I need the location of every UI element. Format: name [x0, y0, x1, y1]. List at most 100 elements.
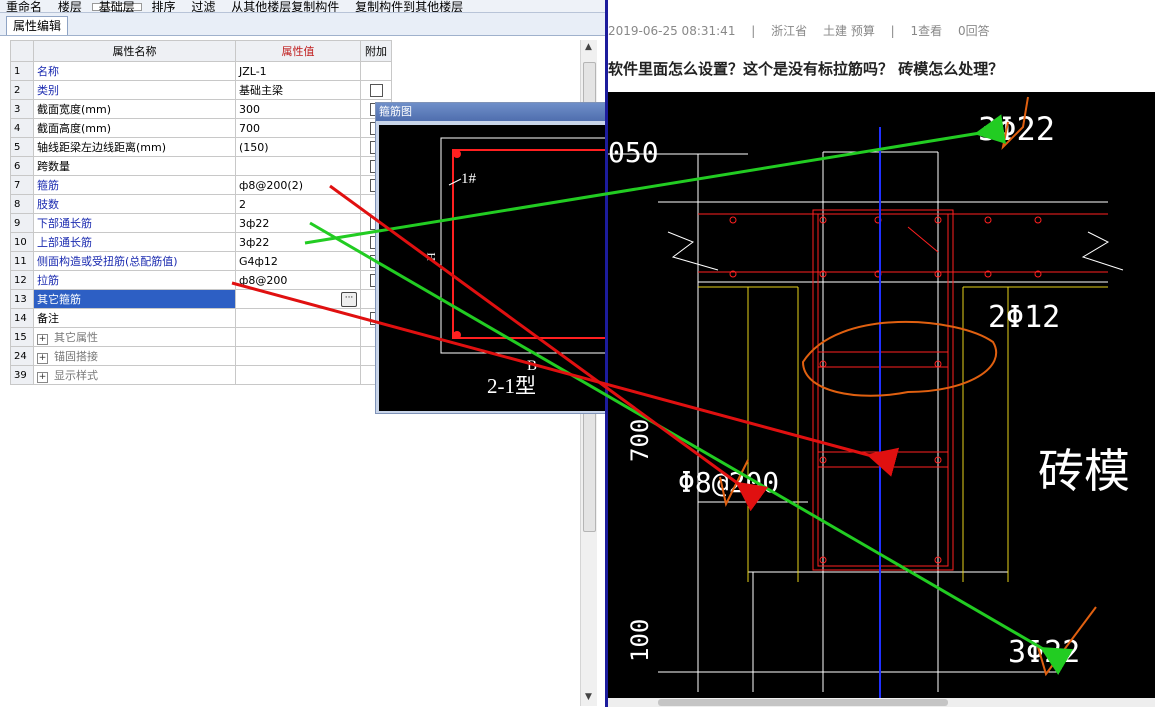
- property-name-cell[interactable]: 其它箍筋: [33, 289, 236, 309]
- property-name-cell[interactable]: 轴线距梁左边线距离(mm): [33, 137, 236, 157]
- table-row[interactable]: 10 上部通长筋 3ф22: [10, 232, 392, 252]
- scroll-up-icon[interactable]: ▲: [583, 42, 594, 54]
- property-name-cell[interactable]: + 其它属性: [33, 327, 236, 347]
- property-name-label: 截面宽度(mm): [37, 103, 112, 116]
- row-index: 5: [10, 137, 34, 157]
- property-value-cell[interactable]: 700: [235, 118, 361, 138]
- property-name-cell[interactable]: 跨数量: [33, 156, 236, 176]
- property-name-cell[interactable]: + 锚固搭接: [33, 346, 236, 366]
- property-name-cell[interactable]: + 显示样式: [33, 365, 236, 385]
- horizontal-scroll-thumb[interactable]: [658, 699, 948, 706]
- property-name-label: 类别: [37, 84, 59, 97]
- table-row[interactable]: 8 肢数 2: [10, 194, 392, 214]
- rebar-dot-top: [453, 150, 461, 158]
- table-row[interactable]: 4 截面高度(mm) 700: [10, 118, 392, 138]
- toolbar-floor-label: 楼层: [57, 0, 82, 13]
- property-name-label: 锚固搭接: [54, 350, 98, 363]
- stirrup-diagram-title[interactable]: 箍筋图: [376, 103, 609, 121]
- stirrup-diagram-canvas: 1# H B 2-1型: [379, 125, 614, 411]
- row-index: 15: [10, 327, 34, 347]
- property-value-cell[interactable]: [235, 346, 361, 366]
- table-row[interactable]: 11 侧面构造或受扭筋(总配筋值) G4ф12: [10, 251, 392, 271]
- toolbar-filter-button[interactable]: 过滤: [185, 1, 221, 12]
- row-index: 7: [10, 175, 34, 195]
- property-extra-cell: [360, 80, 392, 100]
- property-name-cell[interactable]: 名称: [33, 61, 236, 81]
- property-name-cell[interactable]: 类别: [33, 80, 236, 100]
- table-row[interactable]: 7 箍筋 ф8@200(2): [10, 175, 392, 195]
- table-row[interactable]: 3 截面宽度(mm) 300: [10, 99, 392, 119]
- property-name-cell[interactable]: 拉筋: [33, 270, 236, 290]
- post-tags[interactable]: 土建 预算: [823, 24, 875, 38]
- scroll-down-icon[interactable]: ▼: [583, 692, 594, 704]
- extra-checkbox[interactable]: [369, 83, 383, 97]
- table-row[interactable]: 39 + 显示样式: [10, 365, 392, 385]
- ellipsis-button-icon[interactable]: ···: [341, 291, 357, 307]
- property-value-cell[interactable]: [235, 308, 361, 328]
- property-name-cell[interactable]: 侧面构造或受扭筋(总配筋值): [33, 251, 236, 271]
- row-index: 6: [10, 156, 34, 176]
- width-label: B: [527, 358, 537, 374]
- post-answers: 0回答: [958, 24, 990, 38]
- property-name-cell[interactable]: 肢数: [33, 194, 236, 214]
- property-value-cell[interactable]: 2: [235, 194, 361, 214]
- post-question: 软件里面怎么设置？这个是没有标拉筋吗？ 砖模怎么处理？: [608, 60, 1004, 78]
- row-index: 2: [10, 80, 34, 100]
- property-value-cell[interactable]: [235, 327, 361, 347]
- table-row[interactable]: 14 备注: [10, 308, 392, 328]
- expand-icon[interactable]: +: [37, 353, 48, 364]
- row-index: 1: [10, 61, 34, 81]
- property-value-cell[interactable]: ···: [235, 289, 361, 309]
- property-name-cell[interactable]: 备注: [33, 308, 236, 328]
- cad-side-rebar-label: 2Φ12: [988, 300, 1060, 335]
- toolbar-rename[interactable]: 重命名: [0, 1, 48, 12]
- toolbar-floor-select[interactable]: 基础层: [91, 1, 142, 12]
- table-row[interactable]: 15 + 其它属性: [10, 327, 392, 347]
- property-name-cell[interactable]: 箍筋: [33, 175, 236, 195]
- property-value-cell[interactable]: 3ф22: [235, 213, 361, 233]
- table-row[interactable]: 13 其它箍筋 ···: [10, 289, 392, 309]
- table-row[interactable]: 1 名称 JZL-1: [10, 61, 392, 81]
- stirrup-label-1: 1#: [461, 171, 477, 187]
- property-name-cell[interactable]: 截面高度(mm): [33, 118, 236, 138]
- property-name-label: 上部通长筋: [37, 236, 92, 249]
- horizontal-scrollbar[interactable]: [608, 698, 1155, 707]
- property-value-cell[interactable]: JZL-1: [235, 61, 361, 81]
- tab-property-editor[interactable]: 属性编辑: [6, 16, 69, 35]
- property-name-cell[interactable]: 下部通长筋: [33, 213, 236, 233]
- toolbar-sort-button[interactable]: 排序: [146, 1, 182, 12]
- property-value-cell[interactable]: 基础主梁: [235, 80, 361, 100]
- expand-icon[interactable]: +: [37, 372, 48, 383]
- table-row[interactable]: 9 下部通长筋 3ф22: [10, 213, 392, 233]
- toolbar-copy-from-floor-button[interactable]: 从其他楼层复制构件: [225, 1, 345, 12]
- row-index: 11: [10, 251, 34, 271]
- property-name-cell[interactable]: 截面宽度(mm): [33, 99, 236, 119]
- property-value-cell[interactable]: ф8@200: [235, 270, 361, 290]
- table-row[interactable]: 2 类别 基础主梁: [10, 80, 392, 100]
- grid-corner: [10, 40, 34, 62]
- property-value-cell[interactable]: 3ф22: [235, 232, 361, 252]
- property-value-cell[interactable]: [235, 365, 361, 385]
- table-row[interactable]: 24 + 锚固搭接: [10, 346, 392, 366]
- toolbar-copy-to-floor-button[interactable]: 复制构件到其他楼层: [349, 1, 469, 12]
- property-value-cell[interactable]: [235, 156, 361, 176]
- post-region[interactable]: 浙江省: [771, 24, 807, 38]
- property-value-cell[interactable]: 300: [235, 99, 361, 119]
- row-index: 13: [10, 289, 34, 309]
- table-row[interactable]: 5 轴线距梁左边线距离(mm) (150): [10, 137, 392, 157]
- tab-bar: 属性编辑: [0, 13, 605, 36]
- row-index: 4: [10, 118, 34, 138]
- property-name-label: 显示样式: [54, 369, 98, 382]
- property-name-cell[interactable]: 上部通长筋: [33, 232, 236, 252]
- expand-icon[interactable]: +: [37, 334, 48, 345]
- property-value-cell[interactable]: (150): [235, 137, 361, 157]
- property-value-cell[interactable]: G4ф12: [235, 251, 361, 271]
- grid-header-extra[interactable]: 附加: [360, 40, 392, 62]
- property-value-text: 700: [239, 121, 260, 135]
- table-row[interactable]: 6 跨数量: [10, 156, 392, 176]
- row-index: 8: [10, 194, 34, 214]
- property-value-cell[interactable]: ф8@200(2): [235, 175, 361, 195]
- table-row[interactable]: 12 拉筋 ф8@200: [10, 270, 392, 290]
- grid-header-value[interactable]: 属性值: [235, 40, 361, 62]
- grid-header-name[interactable]: 属性名称: [33, 40, 236, 62]
